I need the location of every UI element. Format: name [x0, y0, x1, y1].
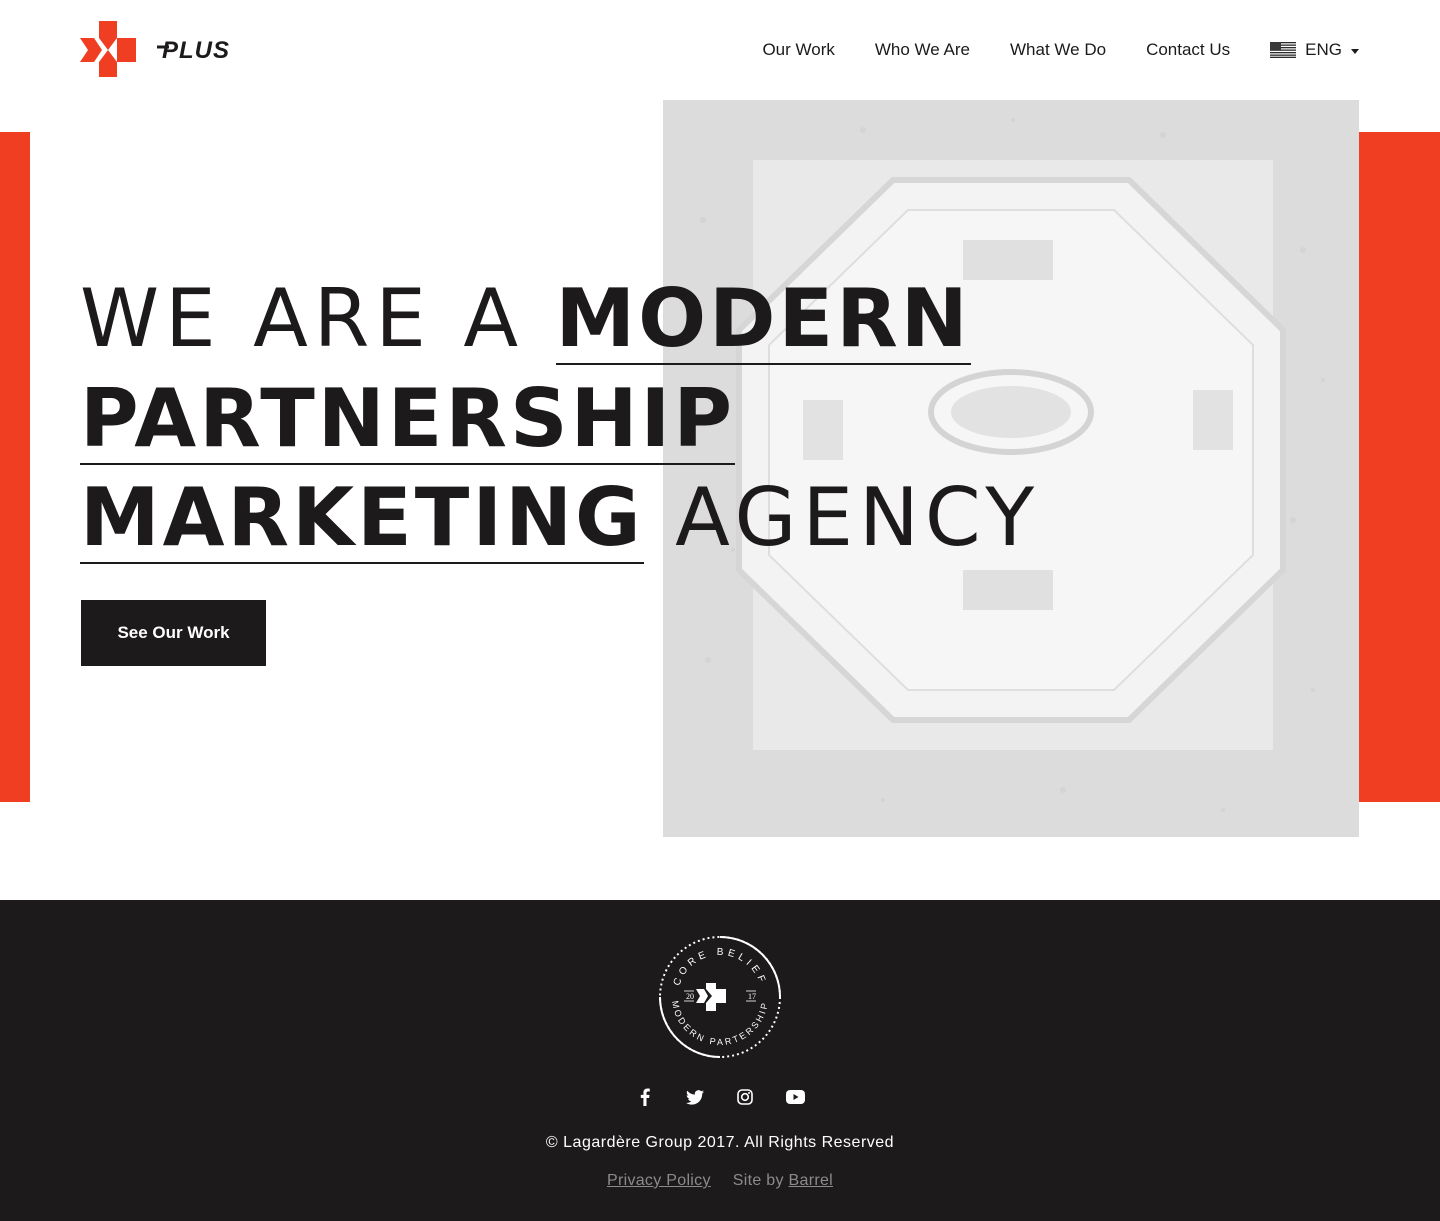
headline-marketing: MARKETING [80, 471, 644, 564]
headline-line-1: WE ARE A MODERN [80, 268, 1060, 368]
chevron-down-icon [1351, 48, 1359, 54]
privacy-policy-link[interactable]: Privacy Policy [607, 1172, 711, 1189]
barrel-link[interactable]: Barrel [789, 1172, 833, 1189]
core-belief-badge: CORE BELIEF MODERN PARTERSHIP 20 17 [656, 933, 784, 1061]
site-by-label: Site by [732, 1172, 784, 1189]
nav-contact-us[interactable]: Contact Us [1146, 38, 1230, 62]
social-links [0, 1087, 1440, 1107]
youtube-icon[interactable] [785, 1087, 805, 1107]
language-label: ENG [1305, 40, 1342, 59]
headline-line-3: MARKETING AGENCY [80, 467, 1060, 567]
badge-year-right: 17 [748, 992, 756, 1001]
headline-we-are-a: WE ARE A [80, 272, 556, 365]
us-flag-icon [1270, 42, 1297, 58]
headline-line-2: PARTNERSHIP [80, 368, 1060, 467]
headline-agency: AGENCY [643, 471, 1041, 564]
hero-headline: WE ARE A MODERN PARTNERSHIP MARKETING AG… [80, 268, 1060, 567]
badge-bottom-text: MODERN PARTERSHIP [670, 1000, 767, 1047]
instagram-icon[interactable] [735, 1087, 755, 1107]
footer-links: Privacy Policy Site by Barrel [0, 1172, 1440, 1190]
headline-partnership: PARTNERSHIP [80, 372, 735, 465]
nav-who-we-are[interactable]: Who We Are [875, 38, 970, 62]
site-footer: CORE BELIEF MODERN PARTERSHIP 20 17 © La… [0, 900, 1440, 1221]
language-selector[interactable]: ENG [1270, 38, 1359, 62]
svg-text:CORE BELIEF: CORE BELIEF [672, 947, 769, 988]
headline-modern: MODERN [555, 272, 971, 365]
plus-logo[interactable]: PLUS [80, 20, 230, 80]
main-nav: Our Work Who We Are What We Do Contact U… [762, 38, 1359, 62]
logo-text: PLUS [162, 37, 230, 64]
facebook-icon[interactable] [635, 1087, 655, 1107]
badge-year-left: 20 [686, 992, 694, 1001]
accent-bar-left [0, 132, 30, 802]
nav-our-work[interactable]: Our Work [762, 38, 834, 62]
site-header: PLUS Our Work Who We Are What We Do Cont… [0, 0, 1440, 100]
svg-text:MODERN PARTERSHIP: MODERN PARTERSHIP [670, 1000, 770, 1047]
see-our-work-button[interactable]: See Our Work [81, 600, 266, 666]
accent-bar-right [1359, 132, 1440, 802]
copyright-text: © Lagardère Group 2017. All Rights Reser… [545, 1134, 895, 1151]
nav-what-we-do[interactable]: What We Do [1010, 38, 1106, 62]
badge-top-text: CORE BELIEF [672, 947, 765, 988]
twitter-icon[interactable] [685, 1087, 705, 1107]
